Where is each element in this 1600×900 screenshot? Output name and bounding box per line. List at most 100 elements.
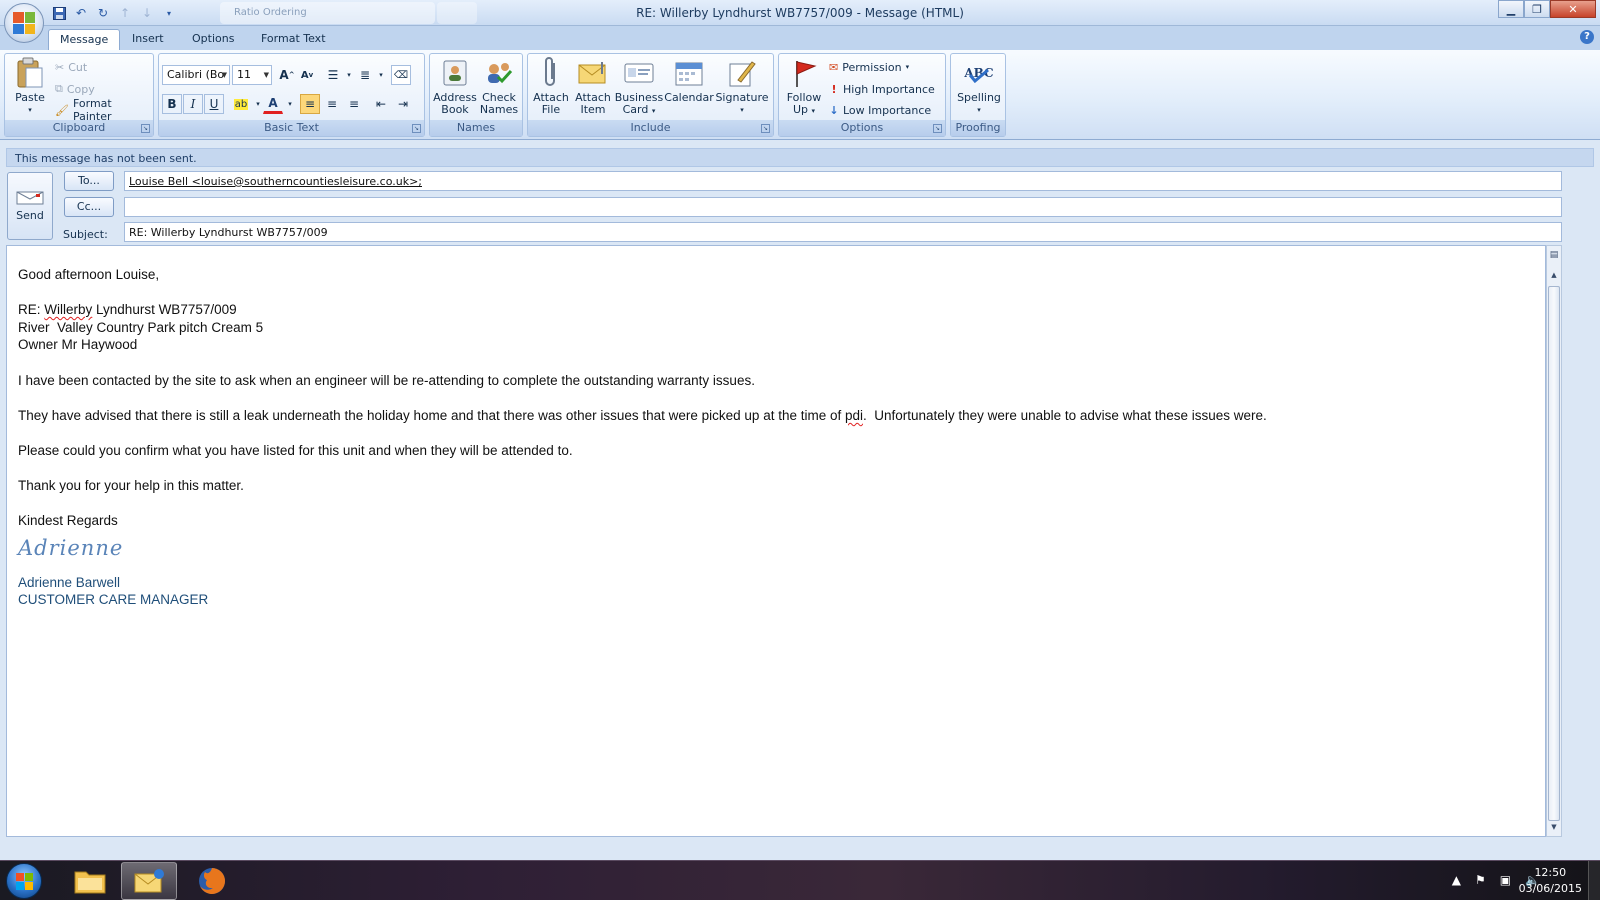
owner-line: Owner Mr Haywood (18, 337, 138, 353)
network-icon[interactable]: ▣ (1500, 873, 1511, 887)
increase-indent-button[interactable]: ⇥ (393, 94, 413, 114)
tab-insert[interactable]: Insert (121, 29, 175, 50)
show-desktop-button[interactable] (1588, 861, 1600, 900)
exclamation-icon: ! (831, 82, 837, 96)
calendar-icon (673, 57, 705, 89)
red-flag-icon (788, 57, 820, 89)
cut-button[interactable]: ✂ Cut (55, 58, 87, 76)
bullet-list-icon: ☰ (327, 68, 339, 82)
scroll-up-arrow[interactable]: ▲ (1547, 268, 1561, 282)
windows-logo-icon (15, 872, 33, 890)
clipboard-label: Clipboard (5, 120, 153, 136)
message-body[interactable]: Good afternoon Louise, RE: Willerby Lynd… (6, 245, 1546, 837)
names-group: Address Book Check Names Names (429, 53, 523, 137)
show-hidden-icons-icon[interactable]: ▲ (1452, 873, 1461, 887)
business-card-button[interactable]: Business Card ▾ (614, 57, 664, 117)
office-button[interactable] (4, 3, 44, 43)
scroll-thumb[interactable] (1548, 286, 1560, 821)
shrink-font-button[interactable]: Av (297, 65, 317, 85)
low-importance-button[interactable]: ↓ Low Importance (829, 101, 931, 119)
font-size-combo[interactable]: 11 ▼ (232, 65, 272, 85)
taskbar-outlook[interactable] (121, 862, 177, 900)
paste-button[interactable]: Paste ▾ (9, 57, 51, 116)
paste-icon (14, 57, 46, 89)
permission-button[interactable]: ✉ Permission ▾ (829, 58, 909, 76)
align-center-button[interactable]: ≡ (322, 94, 342, 114)
spelling-button[interactable]: ABC Spelling ▾ (953, 57, 1005, 116)
include-dialog-launcher[interactable]: ↘ (761, 124, 770, 133)
bold-button[interactable]: B (162, 94, 182, 114)
message-text: Good afternoon Louise, RE: Willerby Lynd… (18, 266, 1267, 609)
numbering-dropdown[interactable]: ▾ (371, 65, 391, 85)
signature-button[interactable]: Signature ▾ (714, 57, 770, 116)
chevron-down-icon: ▼ (263, 71, 269, 79)
permission-icon: ✉ (829, 60, 839, 74)
tab-format-text[interactable]: Format Text (250, 29, 337, 50)
taskbar-explorer[interactable] (62, 862, 118, 900)
format-painter-button[interactable]: 🖌 Format Painter (55, 97, 153, 123)
font-color-dropdown[interactable]: ▾ (280, 94, 300, 114)
format-painter-icon: 🖌 (55, 103, 69, 117)
vertical-scrollbar[interactable]: ▤ ▲ ▼ (1546, 245, 1562, 837)
chevron-down-icon: ▾ (977, 106, 981, 114)
grow-font-button[interactable]: A ^ (277, 65, 297, 85)
send-button[interactable]: Send (7, 172, 53, 240)
send-envelope-icon (16, 191, 44, 205)
options-dialog-launcher[interactable]: ↘ (933, 124, 942, 133)
to-button[interactable]: To... (64, 171, 114, 191)
basic-text-label: Basic Text (159, 120, 424, 136)
chevron-down-icon: ▼ (221, 71, 227, 79)
subject-field[interactable]: RE: Willerby Lyndhurst WB7757/009 (124, 222, 1562, 242)
signature-name: Adrienne Barwell (18, 574, 121, 590)
attach-file-button[interactable]: Attach File (530, 57, 572, 116)
align-left-button[interactable]: ≡ (300, 94, 320, 114)
calendar-button[interactable]: Calendar (664, 57, 714, 104)
closing: Kindest Regards (18, 513, 118, 529)
outdent-icon: ⇤ (375, 97, 387, 111)
close-button[interactable]: ✕ (1550, 0, 1596, 18)
align-right-button[interactable]: ≡ (344, 94, 364, 114)
down-arrow-icon: ↓ (829, 103, 839, 117)
italic-button[interactable]: I (183, 94, 203, 114)
clear-formatting-button[interactable]: ⌫ (391, 65, 411, 85)
copy-icon: ⧉ (55, 82, 63, 95)
check-names-button[interactable]: Check Names (477, 57, 521, 116)
eraser-icon: ⌫ (393, 69, 409, 81)
underline-button[interactable]: U (204, 94, 224, 114)
signature-title: CUSTOMER CARE MANAGER (18, 592, 209, 608)
scroll-down-arrow[interactable]: ▼ (1547, 820, 1561, 834)
minimize-button[interactable]: ▁ (1498, 0, 1524, 18)
decrease-indent-button[interactable]: ⇤ (371, 94, 391, 114)
options-label: Options (779, 120, 945, 136)
paragraph-4: Thank you for your help in this matter. (18, 478, 244, 494)
follow-up-button[interactable]: Follow Up ▾ (782, 57, 826, 117)
ruler-toggle-icon[interactable]: ▤ (1547, 248, 1561, 262)
signature-pen-icon (726, 57, 758, 89)
taskbar-firefox[interactable] (184, 862, 240, 900)
start-button[interactable] (6, 863, 42, 899)
to-field[interactable]: Louise Bell <louise@southerncountiesleis… (124, 171, 1562, 191)
tab-options[interactable]: Options (181, 29, 245, 50)
spell-check-icon: ABC (964, 66, 994, 83)
window-controls: ▁ ❐ ✕ (1498, 0, 1596, 18)
high-importance-button[interactable]: ! High Importance (829, 80, 934, 98)
help-icon[interactable]: ? (1580, 30, 1594, 44)
align-left-icon: ≡ (304, 97, 316, 111)
clipboard-group: Paste ▾ ✂ Cut ⧉ Copy 🖌 Format Painter Clipb… (4, 53, 154, 137)
envelope-icon (577, 57, 609, 89)
maximize-button[interactable]: ❐ (1524, 0, 1550, 18)
clipboard-dialog-launcher[interactable]: ↘ (141, 124, 150, 133)
cc-field[interactable] (124, 197, 1562, 217)
names-label: Names (430, 120, 522, 136)
taskbar-clock[interactable]: 12:50 03/06/2015 (1519, 865, 1582, 897)
action-center-flag-icon[interactable]: ⚑ (1475, 873, 1486, 887)
tab-message[interactable]: Message (48, 29, 121, 50)
cc-button[interactable]: Cc... (64, 197, 114, 217)
copy-button[interactable]: ⧉ Copy (55, 80, 95, 98)
attach-item-button[interactable]: Attach Item (572, 57, 614, 116)
font-name-combo[interactable]: Calibri (Bo ▼ (162, 65, 230, 85)
address-book-button[interactable]: Address Book (433, 57, 477, 116)
chevron-down-icon: ▾ (811, 107, 816, 115)
basic-text-dialog-launcher[interactable]: ↘ (412, 124, 421, 133)
ribbon: Paste ▾ ✂ Cut ⧉ Copy 🖌 Format Painter Clipb… (0, 50, 1600, 140)
